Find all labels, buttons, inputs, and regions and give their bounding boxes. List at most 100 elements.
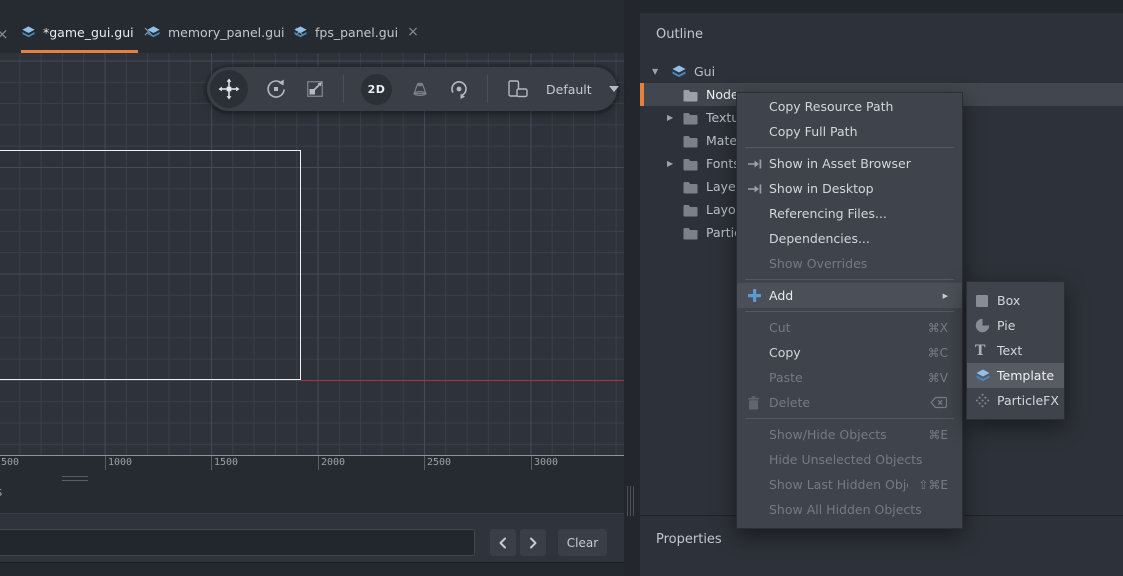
- panel-drag-handle[interactable]: [62, 476, 88, 481]
- perspective-camera-button[interactable]: [409, 78, 431, 100]
- menu-item-delete: Delete: [737, 390, 962, 415]
- menu-item-copy[interactable]: Copy ⌘C: [737, 340, 962, 365]
- menu-item-dependencies[interactable]: Dependencies...: [737, 226, 962, 251]
- tree-item-label: Gui: [694, 64, 715, 79]
- menu-item-show-in-desktop[interactable]: Show in Desktop: [737, 176, 962, 201]
- folder-icon: [683, 181, 698, 194]
- menu-item-copy-full-path[interactable]: Copy Full Path: [737, 119, 962, 144]
- clear-button[interactable]: Clear: [558, 529, 607, 556]
- folder-icon: [683, 112, 698, 125]
- x-axis-line: [300, 380, 624, 382]
- ruler-label: 1000: [108, 457, 132, 468]
- menu-item-add[interactable]: Add ▶: [737, 283, 962, 308]
- scale-icon: [304, 78, 326, 100]
- folder-icon: [683, 89, 698, 102]
- tab-game-gui[interactable]: *game_gui.gui ×: [21, 18, 156, 46]
- horizontal-ruler: 500 1000 1500 2000 2500 3000: [0, 455, 624, 470]
- plus-icon: [747, 288, 769, 303]
- folder-icon: [683, 158, 698, 171]
- menu-item-hide-unselected-objects: Hide Unselected Objects: [737, 447, 962, 472]
- tab-label: fps_panel.gui: [315, 25, 398, 40]
- menu-item-paste: Paste ⌘V: [737, 365, 962, 390]
- menu-separator: [745, 147, 954, 148]
- splitter-grip-icon[interactable]: [627, 486, 635, 516]
- 2d-mode-toggle[interactable]: 2D: [361, 74, 392, 105]
- orbit-icon: [448, 78, 470, 100]
- device-icon: [505, 78, 529, 100]
- gui-file-icon: [293, 25, 308, 40]
- menu-item-referencing-files[interactable]: Referencing Files...: [737, 201, 962, 226]
- prev-result-button[interactable]: [490, 529, 516, 556]
- ruler-label: 2000: [321, 457, 345, 468]
- search-input[interactable]: [0, 529, 475, 556]
- editor-tab-bar: × *game_gui.gui × memory_panel.gui × fps…: [0, 0, 624, 53]
- text-icon: T: [975, 344, 997, 358]
- menu-item-show-all-hidden-objects: Show All Hidden Objects: [737, 497, 962, 522]
- selection-bar: [640, 83, 644, 106]
- menu-item-show-in-asset-browser[interactable]: Show in Asset Browser: [737, 151, 962, 176]
- 2d-mode-label: 2D: [368, 83, 386, 96]
- tree-item-gui[interactable]: ▼ Gui: [640, 60, 1123, 83]
- status-bar: [0, 563, 624, 576]
- menu-separator: [745, 311, 954, 312]
- close-icon[interactable]: ×: [0, 25, 9, 43]
- tab-fps-panel[interactable]: fps_panel.gui ×: [293, 18, 421, 46]
- submenu-item-particlefx[interactable]: ParticleFX: [967, 388, 1064, 413]
- move-icon: [218, 78, 240, 100]
- submenu-arrow-icon: ▶: [943, 292, 948, 300]
- box-icon: [975, 294, 997, 308]
- chevron-down-icon[interactable]: [609, 86, 619, 92]
- tree-item-label: Fonts: [706, 156, 740, 171]
- panel-tab-partial-label[interactable]: s: [0, 485, 2, 499]
- tab-label: *game_gui.gui: [43, 25, 134, 40]
- bottom-tool-panel: s Clear: [0, 470, 624, 576]
- submenu-item-text[interactable]: T Text: [967, 338, 1064, 363]
- pie-icon: [975, 318, 997, 333]
- menu-separator: [745, 418, 954, 419]
- vertical-splitter[interactable]: [624, 0, 640, 576]
- scene-toolbar: 2D Default: [207, 67, 617, 111]
- toolbar-divider: [343, 75, 344, 103]
- submenu-item-box[interactable]: Box: [967, 288, 1064, 313]
- rotate-tool-button[interactable]: [265, 78, 287, 100]
- folder-icon: [683, 227, 698, 240]
- tab-memory-panel[interactable]: memory_panel.gui ×: [146, 18, 307, 46]
- chevron-collapsed-icon[interactable]: ▶: [667, 159, 673, 168]
- jump-to-icon: [747, 183, 769, 195]
- gui-scene-icon: [671, 64, 687, 80]
- menu-item-show-hide-objects: Show/Hide Objects ⌘E: [737, 422, 962, 447]
- folder-icon: [683, 204, 698, 217]
- scene-viewport[interactable]: 500 1000 1500 2000 2500 3000: [0, 53, 624, 470]
- frustum-icon: [409, 78, 431, 100]
- reset-camera-button[interactable]: [448, 78, 470, 100]
- defold-editor-window: × *game_gui.gui × memory_panel.gui × fps…: [0, 0, 1123, 576]
- gui-file-icon: [21, 25, 36, 40]
- move-tool-button[interactable]: [210, 70, 248, 108]
- ruler-label: 1500: [214, 457, 238, 468]
- menu-item-copy-resource-path[interactable]: Copy Resource Path: [737, 94, 962, 119]
- scale-tool-button[interactable]: [304, 78, 326, 100]
- menu-item-show-overrides: Show Overrides: [737, 251, 962, 276]
- rotate-icon: [265, 78, 287, 100]
- chevron-collapsed-icon[interactable]: ▶: [667, 113, 673, 122]
- ruler-label: 500: [1, 457, 19, 468]
- submenu-item-pie[interactable]: Pie: [967, 313, 1064, 338]
- outline-panel-title: Outline: [656, 27, 703, 42]
- chevron-right-icon: [528, 537, 538, 549]
- next-result-button[interactable]: [520, 529, 546, 556]
- tab-label: memory_panel.gui: [168, 25, 284, 40]
- properties-panel-title: Properties: [656, 532, 722, 547]
- folder-icon: [683, 135, 698, 148]
- submenu-item-template[interactable]: Template: [967, 363, 1064, 388]
- add-submenu: Box Pie T Text Template: [966, 281, 1065, 420]
- chevron-expanded-icon[interactable]: ▼: [652, 67, 658, 76]
- context-menu: Copy Resource Path Copy Full Path Show i…: [736, 92, 963, 529]
- display-profile-icon: [505, 78, 529, 100]
- close-icon[interactable]: ×: [405, 25, 421, 39]
- display-profile-value: Default: [546, 82, 592, 97]
- template-icon: [975, 368, 997, 384]
- trash-icon: [747, 396, 769, 410]
- menu-item-show-last-hidden-objects: Show Last Hidden Objects ⇧⌘E: [737, 472, 962, 497]
- chevron-left-icon: [498, 537, 508, 549]
- gui-bounds-rectangle: [0, 150, 301, 380]
